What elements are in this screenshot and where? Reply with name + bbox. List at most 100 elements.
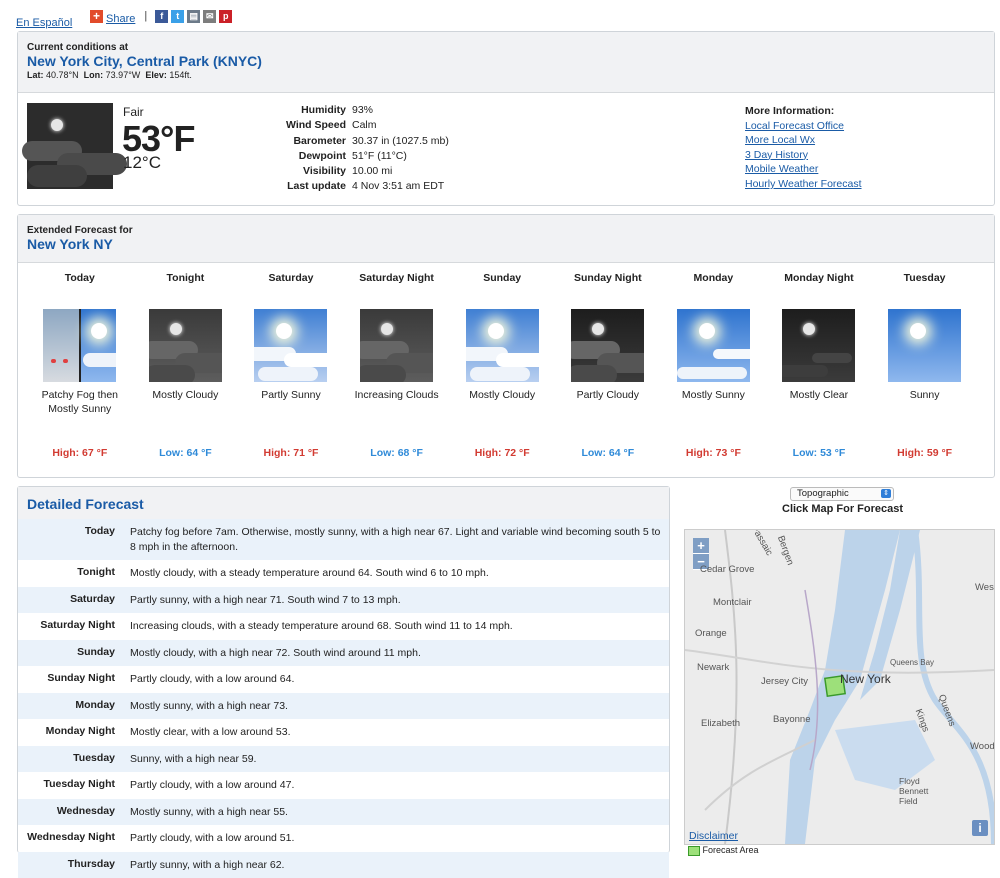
share-link[interactable]: Share — [106, 13, 135, 25]
detailed-period-label: Sunday Night — [18, 666, 130, 693]
detail-value: 4 Nov 3:51 am EDT — [352, 180, 444, 195]
forecast-day[interactable]: Sunday NightPartly CloudyLow: 64 °F — [555, 271, 661, 438]
detailed-period-text: Partly sunny, with a high near 71. South… — [130, 587, 409, 614]
map-label: Floyd Bennett Field — [899, 776, 939, 806]
map-hint: Click Map For Forecast — [782, 503, 903, 515]
forecast-day[interactable]: TodayPatchy Fog then Mostly SunnyHigh: 6… — [27, 271, 133, 438]
forecast-day-name: Sunday Night — [555, 271, 661, 301]
forecast-temperature: Low: 68 °F — [344, 447, 450, 459]
more-local-wx-link[interactable]: More Local Wx — [745, 134, 815, 146]
forecast-day[interactable]: Saturday NightIncreasing CloudsLow: 68 °… — [344, 271, 450, 438]
forecast-short-description: Mostly Cloudy — [133, 388, 239, 438]
mobile-weather-link[interactable]: Mobile Weather — [745, 163, 818, 175]
forecast-temperature: High: 71 °F — [238, 447, 344, 459]
share-bar: + Share | f t ▤ ✉ p — [90, 7, 232, 25]
night-partly-cloudy-icon[interactable] — [571, 309, 644, 382]
forecast-day[interactable]: SaturdayPartly SunnyHigh: 71 °F — [238, 271, 344, 438]
detailed-forecast-row: Tuesday NightPartly cloudy, with a low a… — [18, 772, 669, 799]
map-label: Bayonne — [773, 714, 811, 725]
forecast-temperature: Low: 64 °F — [133, 447, 239, 459]
chevron-updown-icon: ⇕ — [881, 489, 891, 498]
detailed-forecast-row: WednesdayMostly sunny, with a high near … — [18, 799, 669, 826]
detail-row: Visibility10.00 mi — [248, 165, 449, 180]
zoom-in-button[interactable]: + — [693, 538, 709, 554]
detailed-period-text: Partly cloudy, with a low around 51. — [130, 825, 302, 852]
forecast-days: TodayPatchy Fog then Mostly SunnyHigh: 6… — [27, 271, 977, 471]
detailed-forecast-row: Sunday NightPartly cloudy, with a low ar… — [18, 666, 669, 693]
map-label: Cedar Grove — [700, 564, 754, 575]
forecast-day[interactable]: SundayMostly CloudyHigh: 72 °F — [449, 271, 555, 438]
forecast-short-description: Partly Sunny — [238, 388, 344, 438]
night-clear-icon[interactable] — [782, 309, 855, 382]
email-icon[interactable]: ✉ — [203, 10, 216, 23]
map-label: New York — [840, 672, 891, 686]
language-link[interactable]: En Español — [16, 17, 72, 29]
detail-label: Humidity — [248, 104, 352, 119]
detailed-period-text: Mostly sunny, with a high near 73. — [130, 693, 296, 720]
forecast-day-name: Saturday — [238, 271, 344, 301]
forecast-day-name: Monday — [661, 271, 767, 301]
elev-value: 154ft. — [169, 70, 192, 80]
detailed-forecast-row: Saturday NightIncreasing clouds, with a … — [18, 613, 669, 640]
fog-sunny-icon[interactable] — [43, 309, 116, 382]
detail-row: Last update4 Nov 3:51 am EDT — [248, 180, 449, 195]
detail-label: Dewpoint — [248, 150, 352, 165]
mostly-sunny-icon[interactable] — [677, 309, 750, 382]
station-name[interactable]: New York City, Central Park (KNYC) — [27, 53, 994, 69]
pinterest-icon[interactable]: p — [219, 10, 232, 23]
map-label: Wes — [975, 582, 994, 593]
detailed-period-label: Wednesday — [18, 799, 130, 826]
forecast-day[interactable]: MondayMostly SunnyHigh: 73 °F — [661, 271, 767, 438]
print-icon[interactable]: ▤ — [187, 10, 200, 23]
detailed-forecast-heading: Detailed Forecast — [27, 496, 144, 512]
detailed-period-text: Partly cloudy, with a low around 64. — [130, 666, 302, 693]
lon-value: 73.97°W — [106, 70, 141, 80]
info-icon[interactable]: i — [972, 820, 988, 836]
detail-value: 30.37 in (1027.5 mb) — [352, 135, 449, 150]
current-conditions-heading: Current conditions at — [27, 42, 994, 53]
forecast-temperature: High: 67 °F — [27, 447, 133, 459]
forecast-temperature: High: 72 °F — [449, 447, 555, 459]
forecast-short-description: Sunny — [872, 388, 978, 438]
local-forecast-office-link[interactable]: Local Forecast Office — [745, 120, 844, 132]
forecast-location: New York NY — [27, 236, 994, 252]
forecast-day-name: Tuesday — [872, 271, 978, 301]
detailed-period-label: Wednesday Night — [18, 825, 130, 852]
forecast-day[interactable]: Monday NightMostly ClearLow: 53 °F — [766, 271, 872, 438]
forecast-map[interactable]: + − Passaic Bergen Cedar Grove Montclair… — [684, 529, 995, 845]
map-legend: Forecast Area — [688, 845, 759, 856]
forecast-temperature: High: 73 °F — [661, 447, 767, 459]
detailed-period-label: Today — [18, 519, 130, 560]
forecast-day[interactable]: TonightMostly CloudyLow: 64 °F — [133, 271, 239, 438]
night-cloudy-icon[interactable] — [360, 309, 433, 382]
map-legend-label: Forecast Area — [703, 845, 759, 855]
forecast-day[interactable]: TuesdaySunnyHigh: 59 °F — [872, 271, 978, 438]
detailed-period-label: Saturday Night — [18, 613, 130, 640]
detailed-forecast-row: SaturdayPartly sunny, with a high near 7… — [18, 587, 669, 614]
night-cloudy-icon[interactable] — [149, 309, 222, 382]
forecast-short-description: Increasing Clouds — [344, 388, 450, 438]
partly-sunny-icon[interactable] — [466, 309, 539, 382]
share-plus-icon[interactable]: + — [90, 10, 103, 23]
facebook-icon[interactable]: f — [155, 10, 168, 23]
twitter-icon[interactable]: t — [171, 10, 184, 23]
detailed-forecast-row: TodayPatchy fog before 7am. Otherwise, m… — [18, 519, 669, 560]
sunny-icon[interactable] — [888, 309, 961, 382]
partly-sunny-icon[interactable] — [254, 309, 327, 382]
forecast-temperature: Low: 53 °F — [766, 447, 872, 459]
map-label: Newark — [697, 662, 729, 673]
map-type-select[interactable]: Topographic ⇕ — [790, 487, 894, 501]
detail-row: Humidity93% — [248, 104, 449, 119]
detailed-forecast-row: MondayMostly sunny, with a high near 73. — [18, 693, 669, 720]
detail-row: Barometer30.37 in (1027.5 mb) — [248, 135, 449, 150]
detail-value: 10.00 mi — [352, 165, 392, 180]
forecast-short-description: Mostly Cloudy — [449, 388, 555, 438]
detailed-period-text: Sunny, with a high near 59. — [130, 746, 264, 773]
forecast-day-name: Saturday Night — [344, 271, 450, 301]
map-disclaimer-link[interactable]: Disclaimer — [689, 830, 738, 842]
map-graphic — [685, 530, 994, 844]
day-history-link[interactable]: 3 Day History — [745, 149, 808, 161]
hourly-forecast-link[interactable]: Hourly Weather Forecast — [745, 178, 862, 190]
detailed-period-text: Mostly cloudy, with a high near 72. Sout… — [130, 640, 429, 667]
detailed-period-text: Mostly clear, with a low around 53. — [130, 719, 299, 746]
